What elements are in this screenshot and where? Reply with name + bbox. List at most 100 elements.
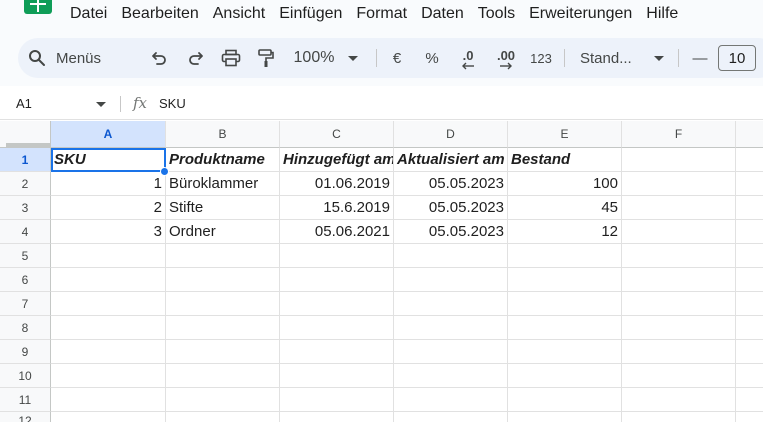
column-header-f[interactable]: F [622, 121, 736, 148]
cell-b1[interactable]: Produktname [166, 148, 280, 172]
column-header-a[interactable]: A [51, 121, 166, 148]
empty-cell[interactable] [280, 412, 394, 422]
cell-e3[interactable]: 45 [508, 196, 622, 220]
paint-format-button[interactable] [252, 38, 280, 78]
cell-e2[interactable]: 100 [508, 172, 622, 196]
empty-cell[interactable] [508, 388, 622, 412]
row-header-10[interactable]: 10 [0, 364, 51, 388]
empty-cell[interactable] [394, 340, 508, 364]
undo-button[interactable] [146, 38, 174, 78]
column-header-b[interactable]: B [166, 121, 280, 148]
empty-cell[interactable] [166, 292, 280, 316]
more-formats-button[interactable]: 123 [526, 38, 556, 78]
empty-cell[interactable] [394, 244, 508, 268]
menu-format[interactable]: Format [356, 5, 407, 23]
empty-cell[interactable] [508, 244, 622, 268]
increase-decimals-button[interactable]: .00 [488, 38, 524, 78]
empty-cell[interactable] [736, 364, 763, 388]
empty-cell[interactable] [736, 316, 763, 340]
empty-cell[interactable] [508, 268, 622, 292]
empty-cell[interactable] [622, 316, 736, 340]
menu-datei[interactable]: Datei [70, 5, 107, 23]
sheets-logo-icon[interactable] [24, 0, 52, 14]
cell-c3[interactable]: 15.6.2019 [280, 196, 394, 220]
cell-b3[interactable]: Stifte [166, 196, 280, 220]
menu-bearbeiten[interactable]: Bearbeiten [121, 5, 198, 23]
menu-tools[interactable]: Tools [478, 5, 515, 23]
empty-cell[interactable] [622, 364, 736, 388]
fill-handle[interactable] [160, 167, 169, 176]
empty-cell[interactable] [166, 388, 280, 412]
row-header-6[interactable]: 6 [0, 268, 51, 292]
row-header-11[interactable]: 11 [0, 388, 51, 412]
menu-hilfe[interactable]: Hilfe [646, 5, 678, 23]
empty-cell[interactable] [508, 316, 622, 340]
empty-cell[interactable] [166, 364, 280, 388]
cell-d4[interactable]: 05.05.2023 [394, 220, 508, 244]
zoom-select[interactable]: 100% [290, 38, 362, 78]
empty-cell[interactable] [280, 340, 394, 364]
decrease-decimals-button[interactable]: .0 [452, 38, 484, 78]
column-header-e[interactable]: E [508, 121, 622, 148]
empty-cell[interactable] [622, 388, 736, 412]
empty-cell[interactable] [166, 412, 280, 422]
empty-cell[interactable] [280, 316, 394, 340]
currency-format-button[interactable]: € [384, 38, 410, 78]
empty-cell[interactable] [736, 268, 763, 292]
font-select[interactable]: Stand... [574, 38, 670, 78]
empty-cell[interactable] [51, 364, 166, 388]
cell-c2[interactable]: 01.06.2019 [280, 172, 394, 196]
formula-input[interactable]: SKU [159, 96, 186, 111]
empty-cell[interactable] [280, 388, 394, 412]
empty-cell[interactable] [51, 316, 166, 340]
empty-cell[interactable] [394, 412, 508, 422]
cell-c1[interactable]: Hinzugefügt am [280, 148, 394, 172]
row-header-7[interactable]: 7 [0, 292, 51, 316]
chevron-down-icon[interactable] [96, 102, 106, 107]
name-box[interactable]: A1 [16, 96, 32, 111]
cell-d3[interactable]: 05.05.2023 [394, 196, 508, 220]
empty-cell[interactable] [166, 316, 280, 340]
empty-cell[interactable] [622, 172, 736, 196]
empty-cell[interactable] [736, 412, 763, 422]
cell-b2[interactable]: Büroklammer [166, 172, 280, 196]
menu-ansicht[interactable]: Ansicht [213, 5, 265, 23]
cell-a4[interactable]: 3 [51, 220, 166, 244]
empty-cell[interactable] [508, 364, 622, 388]
empty-cell[interactable] [166, 340, 280, 364]
empty-cell[interactable] [622, 148, 736, 172]
empty-cell[interactable] [736, 196, 763, 220]
empty-cell[interactable] [166, 268, 280, 292]
empty-cell[interactable] [394, 292, 508, 316]
menu-einfuegen[interactable]: Einfügen [279, 5, 342, 23]
empty-cell[interactable] [736, 292, 763, 316]
empty-cell[interactable] [622, 340, 736, 364]
empty-cell[interactable] [622, 196, 736, 220]
redo-button[interactable] [181, 38, 209, 78]
empty-cell[interactable] [622, 412, 736, 422]
row-header-9[interactable]: 9 [0, 340, 51, 364]
cell-e4[interactable]: 12 [508, 220, 622, 244]
empty-cell[interactable] [736, 244, 763, 268]
print-button[interactable] [217, 38, 245, 78]
cell-c4[interactable]: 05.06.2021 [280, 220, 394, 244]
empty-cell[interactable] [51, 292, 166, 316]
cell-a3[interactable]: 2 [51, 196, 166, 220]
row-header-2[interactable]: 2 [0, 172, 51, 196]
empty-cell[interactable] [280, 244, 394, 268]
empty-cell[interactable] [736, 220, 763, 244]
cell-e1[interactable]: Bestand [508, 148, 622, 172]
cell-a2[interactable]: 1 [51, 172, 166, 196]
empty-cell[interactable] [508, 412, 622, 422]
empty-cell[interactable] [51, 340, 166, 364]
empty-cell[interactable] [280, 292, 394, 316]
cell-d1[interactable]: Aktualisiert am [394, 148, 508, 172]
empty-cell[interactable] [280, 268, 394, 292]
menu-erweiterungen[interactable]: Erweiterungen [529, 5, 632, 23]
search-menus-button[interactable]: Menüs [28, 38, 146, 78]
empty-cell[interactable] [622, 220, 736, 244]
empty-cell[interactable] [51, 412, 166, 422]
column-header-d[interactable]: D [394, 121, 508, 148]
empty-cell[interactable] [394, 364, 508, 388]
cell-d2[interactable]: 05.05.2023 [394, 172, 508, 196]
